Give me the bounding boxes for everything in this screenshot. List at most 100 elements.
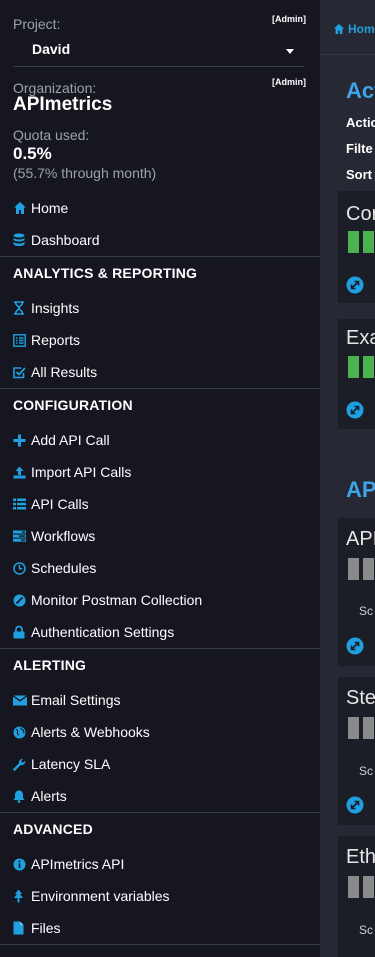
section-alerting: ALERTING — [0, 648, 320, 680]
nav-item-label: Alerts — [31, 788, 67, 804]
card-subtitle: Sc — [359, 764, 374, 778]
project-select-value: David — [32, 41, 71, 57]
result-status-none — [363, 558, 374, 580]
database-icon — [13, 233, 31, 247]
quota-value: 0.5% — [13, 144, 52, 163]
result-status-none — [363, 876, 374, 898]
nav-item-label: Files — [31, 920, 61, 936]
breadcrumb-home-link[interactable]: Hom — [348, 22, 375, 36]
section-heading: API — [346, 477, 375, 502]
nav-item-import-api-calls[interactable]: Import API Calls — [0, 456, 320, 488]
sidebar-bottom-divider — [0, 944, 320, 945]
nav-item-schedules[interactable]: Schedules — [0, 552, 320, 584]
nav-item-label: Add API Call — [31, 432, 110, 448]
nav-item-label: Monitor Postman Collection — [31, 592, 203, 608]
nav-item-label: APImetrics API — [31, 856, 125, 872]
nav-item-label: Email Settings — [31, 692, 121, 708]
postman-icon — [13, 594, 31, 607]
nav-item-label: Dashboard — [31, 232, 100, 248]
nav-item-label: Reports — [31, 332, 81, 348]
nav-item-latency-sla[interactable]: Latency SLA — [0, 748, 320, 780]
nav-item-api-calls[interactable]: API Calls — [0, 488, 320, 520]
nav-item-all-results[interactable]: All Results — [0, 356, 320, 388]
nav-item-authentication-settings[interactable]: Authentication Settings — [0, 616, 320, 648]
nav-item-label: Authentication Settings — [31, 624, 175, 640]
api-card[interactable]: Eth Sc — [338, 836, 375, 957]
nav-item-email-settings[interactable]: Email Settings — [0, 684, 320, 716]
result-status-none — [363, 717, 374, 739]
quota-month-progress: (55.7% through month) — [13, 165, 157, 181]
nav-item-label: Alerts & Webhooks — [31, 724, 150, 740]
nav-item-label: Latency SLA — [31, 756, 111, 772]
card-subtitle: Sc — [359, 923, 374, 937]
nav-item-insights[interactable]: Insights — [0, 292, 320, 324]
card-title: Exa — [346, 327, 375, 349]
result-status-none — [348, 558, 359, 580]
nav-item-label: Schedules — [31, 560, 97, 576]
nav-item-alerts[interactable]: Alerts — [0, 780, 320, 812]
organization-admin-badge: [Admin] — [272, 77, 306, 87]
caret-down-icon — [286, 49, 294, 54]
nav-item-alerts-webhooks[interactable]: Alerts & Webhooks — [0, 716, 320, 748]
section-title: ANALYTICS & REPORTING — [13, 264, 198, 281]
card-subtitle: Sc — [359, 604, 374, 618]
project-select[interactable]: David — [13, 38, 304, 67]
result-status-none — [348, 717, 359, 739]
nav-item-reports[interactable]: Reports — [0, 324, 320, 356]
quota-label: Quota used: — [13, 127, 90, 143]
nav-item-label: Home — [31, 200, 69, 216]
card-title: API — [346, 528, 375, 550]
tasks-icon — [13, 530, 31, 542]
tree-icon — [13, 889, 31, 903]
card-title: Cor — [346, 203, 375, 225]
plus-icon — [13, 434, 31, 447]
filter-row-label: Filte — [346, 141, 373, 156]
file-icon — [13, 921, 31, 935]
api-card[interactable]: API Sc — [338, 518, 375, 666]
result-status-ok — [348, 356, 359, 378]
nav-item-dashboard[interactable]: Dashboard — [0, 224, 320, 256]
link-icon[interactable] — [346, 276, 364, 299]
actions-row-label: Actio — [346, 115, 375, 130]
wrench-icon — [13, 758, 31, 771]
result-status-ok — [363, 231, 374, 253]
section-title: CONFIGURATION — [13, 396, 133, 413]
nav-item-apimetrics-api[interactable]: APImetrics API — [0, 848, 320, 880]
nav-item-label: Import API Calls — [31, 464, 132, 480]
home-icon — [13, 201, 31, 215]
home-icon — [333, 23, 345, 35]
nav-item-files[interactable]: Files — [0, 912, 320, 944]
nav-item-environment-variables[interactable]: Environment variables — [0, 880, 320, 912]
nav-item-label: Insights — [31, 300, 80, 316]
call-card[interactable]: Cor — [338, 191, 375, 303]
nav-item-monitor-postman-collection[interactable]: Monitor Postman Collection — [0, 584, 320, 616]
nav-item-label: Workflows — [31, 528, 96, 544]
nav-item-label: API Calls — [31, 496, 89, 512]
link-icon[interactable] — [346, 401, 364, 424]
envelope-icon — [13, 694, 31, 706]
link-icon[interactable] — [346, 796, 364, 819]
sidebar: Project: [Admin] David Organization: [Ad… — [0, 0, 320, 957]
check-square-icon — [13, 366, 31, 379]
organization-name: APImetrics — [13, 94, 113, 115]
lock-icon — [13, 625, 31, 639]
list-icon — [13, 498, 31, 510]
card-title: Eth — [346, 846, 375, 868]
section-analytics-reporting: ANALYTICS & REPORTING — [0, 256, 320, 288]
nav-item-home[interactable]: Home — [0, 192, 320, 224]
hourglass-icon — [13, 301, 31, 315]
api-card[interactable]: Ste Sc — [338, 677, 375, 825]
nav-item-add-api-call[interactable]: Add API Call — [0, 424, 320, 456]
section-advanced: ADVANCED — [0, 812, 320, 844]
nav-item-label: Environment variables — [31, 888, 170, 904]
nav-item-workflows[interactable]: Workflows — [0, 520, 320, 552]
breadcrumb[interactable]: Hom — [333, 22, 375, 36]
project-admin-badge: [Admin] — [272, 14, 306, 24]
sort-row-label: Sort — [346, 167, 372, 182]
globe-icon — [13, 726, 31, 739]
card-title: Ste — [346, 687, 375, 709]
call-card[interactable]: Exa — [338, 319, 375, 429]
section-configuration: CONFIGURATION — [0, 388, 320, 420]
link-icon[interactable] — [346, 637, 364, 660]
info-circle-icon — [13, 858, 31, 871]
